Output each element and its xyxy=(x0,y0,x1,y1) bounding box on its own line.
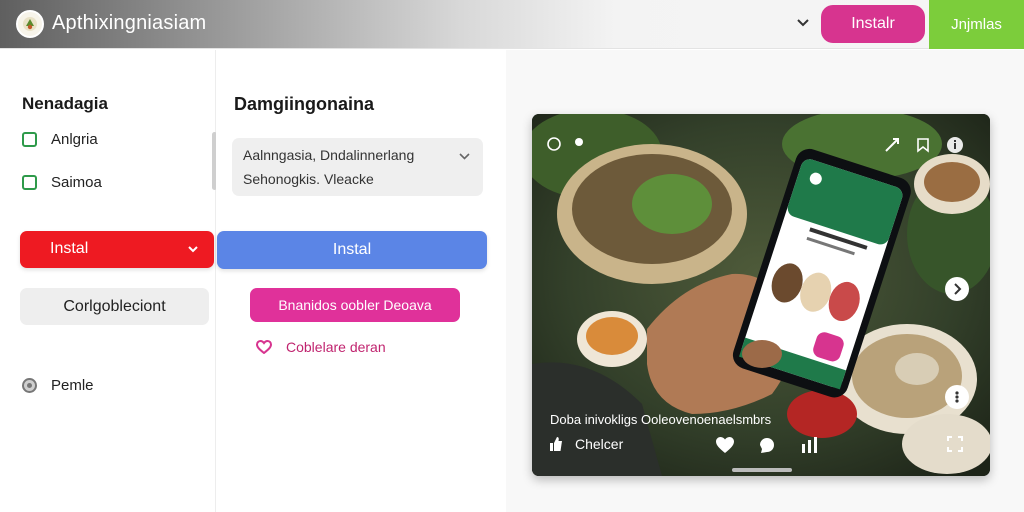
radio-row[interactable]: Pemle xyxy=(22,377,94,394)
top-bar: Apthixingniasiam Instalr Jnjmlas xyxy=(0,0,1024,49)
circle-icon[interactable] xyxy=(546,136,562,152)
home-indicator xyxy=(732,468,792,472)
more-icon[interactable] xyxy=(944,384,970,410)
chevron-down-icon xyxy=(459,153,470,160)
install-select-label: Instal xyxy=(50,240,89,257)
heart-icon[interactable] xyxy=(715,436,735,454)
checkbox[interactable] xyxy=(22,131,37,147)
chevron-right-icon[interactable] xyxy=(944,276,970,302)
checkbox-label: Saimoa xyxy=(51,173,102,191)
checkbox-row-2[interactable]: Saimoa xyxy=(22,172,102,192)
heart-link-label: Coblelare deran xyxy=(286,339,386,355)
app-title: Apthixingniasiam xyxy=(52,12,207,34)
heart-link[interactable]: Coblelare deran xyxy=(256,339,386,355)
radio-button[interactable] xyxy=(22,378,37,393)
chevron-down-icon xyxy=(188,246,198,253)
info-icon[interactable] xyxy=(946,136,964,154)
logo-icon[interactable] xyxy=(16,10,44,38)
sidebar-heading: Nenadagia xyxy=(22,94,108,113)
stats-icon[interactable] xyxy=(800,436,818,454)
like-label: Chelcer xyxy=(575,436,624,452)
share-icon[interactable] xyxy=(884,137,900,153)
checkbox[interactable] xyxy=(22,174,37,190)
media-caption: Doba inivokligs Ooleovenoenaelsmbrs xyxy=(550,412,772,427)
primary-install-button[interactable]: Instal xyxy=(217,231,487,269)
like-thumb-icon[interactable] xyxy=(548,436,564,452)
select-line-2: Sehonogkis. Vleacke xyxy=(243,171,374,187)
checkbox-row-1[interactable]: Anlgria xyxy=(22,129,98,149)
bookmark-icon[interactable] xyxy=(915,137,931,153)
checkbox-label: Anlgria xyxy=(51,130,98,148)
heart-outline-icon xyxy=(256,340,272,354)
radio-label: Pemle xyxy=(51,377,94,394)
pink-action-button[interactable]: Bnanidos oobler Deoava xyxy=(250,288,460,322)
install-button[interactable]: Instalr xyxy=(821,5,925,43)
form-panel: Damgiingonaina Aalnngasia, Dndalinnerlan… xyxy=(216,50,506,512)
sidebar: Nenadagia Anlgria Saimoa Instal Corlgobl… xyxy=(0,50,217,512)
secondary-button[interactable]: Corlgobleciont xyxy=(20,288,209,325)
comment-icon[interactable] xyxy=(758,436,776,454)
pin-icon[interactable] xyxy=(572,136,586,150)
form-heading: Damgiingonaina xyxy=(234,94,375,114)
green-action-button[interactable]: Jnjmlas xyxy=(929,0,1024,49)
fullscreen-icon[interactable] xyxy=(947,436,963,452)
media-frame[interactable]: Doba inivokligs Ooleovenoenaelsmbrs Chel… xyxy=(532,114,990,476)
install-select[interactable]: Instal xyxy=(20,231,214,268)
select-line-1: Aalnngasia, Dndalinnerlang xyxy=(243,147,415,163)
chevron-down-icon[interactable] xyxy=(794,14,812,32)
dropdown-select[interactable]: Aalnngasia, Dndalinnerlang Sehonogkis. V… xyxy=(232,138,483,196)
